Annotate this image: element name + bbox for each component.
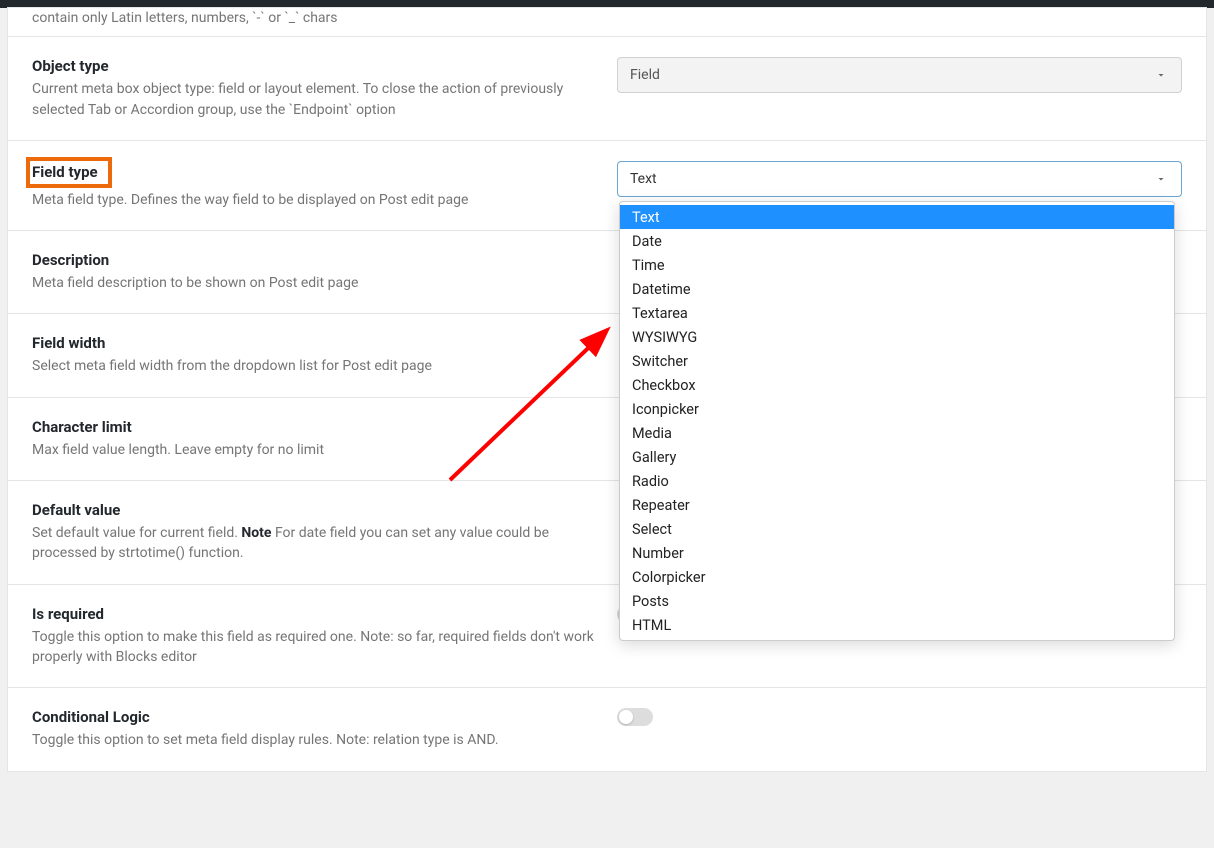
dropdown-option[interactable]: Date: [620, 229, 1174, 253]
description-title: Description: [32, 251, 597, 269]
field-type-desc: Meta field type. Defines the way field t…: [32, 190, 597, 210]
character-limit-desc: Max field value length. Leave empty for …: [32, 440, 597, 460]
field-width-title: Field width: [32, 334, 597, 352]
is-required-title: Is required: [32, 605, 597, 623]
field-type-title: Field type: [32, 163, 98, 181]
dropdown-option[interactable]: Text: [620, 205, 1174, 229]
highlight-box: Field type: [26, 157, 112, 188]
is-required-desc: Toggle this option to make this field as…: [32, 627, 597, 668]
row-object-type: Object type Current meta box object type…: [8, 36, 1206, 140]
conditional-logic-desc: Toggle this option to set meta field dis…: [32, 730, 597, 750]
dropdown-option[interactable]: HTML: [620, 613, 1174, 637]
description-desc: Meta field description to be shown on Po…: [32, 273, 597, 293]
object-type-title: Object type: [32, 57, 597, 75]
field-type-value: Text: [630, 171, 657, 187]
row-conditional-logic: Conditional Logic Toggle this option to …: [8, 687, 1206, 770]
field-type-dropdown: TextDateTimeDatetimeTextareaWYSIWYGSwitc…: [619, 201, 1175, 641]
dropdown-option[interactable]: Gallery: [620, 445, 1174, 469]
dropdown-option[interactable]: Posts: [620, 589, 1174, 613]
dropdown-option[interactable]: WYSIWYG: [620, 325, 1174, 349]
conditional-logic-toggle[interactable]: [617, 708, 653, 726]
field-type-select[interactable]: Text: [617, 161, 1182, 197]
conditional-logic-title: Conditional Logic: [32, 708, 597, 726]
row-partial-top: contain only Latin letters, numbers, `-`…: [8, 8, 1206, 36]
admin-bar: [0, 0, 1214, 8]
row-desc-partial: contain only Latin letters, numbers, `-`…: [32, 8, 597, 28]
dropdown-option[interactable]: Repeater: [620, 493, 1174, 517]
dropdown-option[interactable]: Select: [620, 517, 1174, 541]
character-limit-title: Character limit: [32, 418, 597, 436]
dropdown-option[interactable]: Media: [620, 421, 1174, 445]
object-type-value: Field: [630, 67, 660, 83]
page-wrap: contain only Latin letters, numbers, `-`…: [0, 0, 1214, 771]
dropdown-option[interactable]: Checkbox: [620, 373, 1174, 397]
dropdown-option[interactable]: Radio: [620, 469, 1174, 493]
dropdown-option[interactable]: Colorpicker: [620, 565, 1174, 589]
dropdown-option[interactable]: Textarea: [620, 301, 1174, 325]
object-type-select[interactable]: Field: [617, 57, 1182, 93]
toggle-knob: [619, 710, 633, 724]
dropdown-option[interactable]: Datetime: [620, 277, 1174, 301]
object-type-desc: Current meta box object type: field or l…: [32, 79, 597, 120]
default-value-title: Default value: [32, 501, 597, 519]
field-width-desc: Select meta field width from the dropdow…: [32, 356, 597, 376]
dropdown-option[interactable]: Switcher: [620, 349, 1174, 373]
chevron-down-icon: [1155, 69, 1167, 81]
default-value-desc: Set default value for current field. Not…: [32, 523, 597, 564]
dropdown-option[interactable]: Iconpicker: [620, 397, 1174, 421]
dropdown-option[interactable]: Time: [620, 253, 1174, 277]
chevron-down-icon: [1155, 173, 1167, 185]
dropdown-option[interactable]: Number: [620, 541, 1174, 565]
